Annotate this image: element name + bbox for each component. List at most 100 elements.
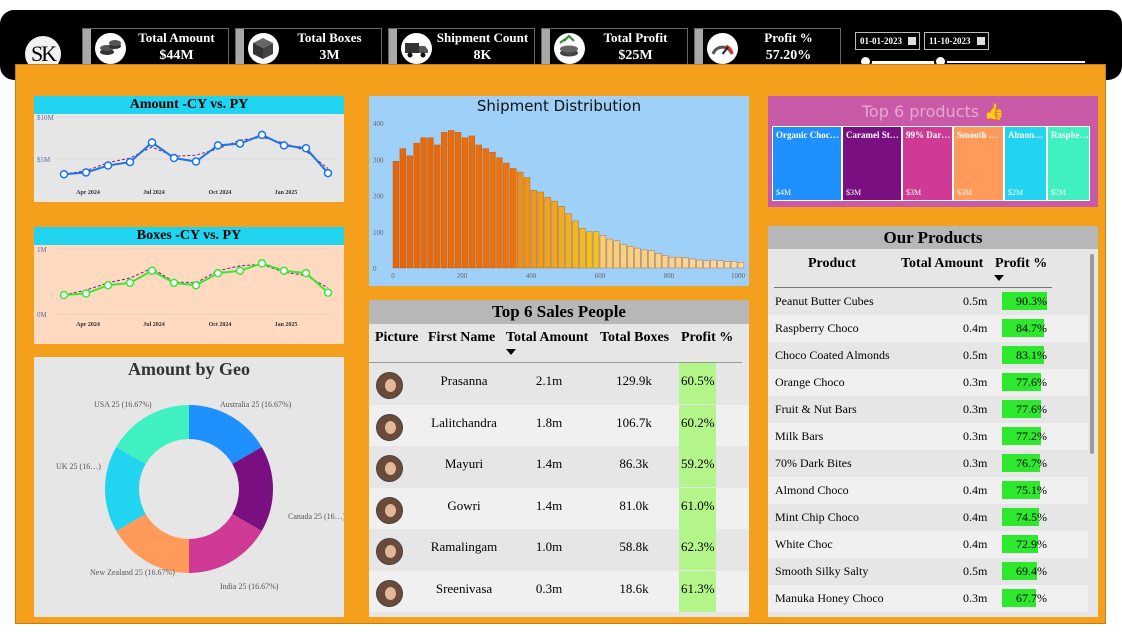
chart-title: Boxes -CY vs. PY <box>34 227 344 245</box>
column-header-first-name[interactable]: First Name <box>428 330 495 346</box>
table-row[interactable]: Mint Chip Choco 0.4m 74.5% <box>768 504 1088 531</box>
sort-descending-icon[interactable] <box>506 349 516 355</box>
profit-cell: 69.4% <box>1016 564 1047 578</box>
histogram-bar <box>399 148 406 269</box>
column-header-profit[interactable]: Profit % <box>681 330 733 346</box>
table-row[interactable]: Smooth Silky Salty 0.5m 69.4% <box>768 558 1088 585</box>
table-row[interactable]: Ramalingam 1.0m 58.8k 62.3% <box>369 529 749 570</box>
column-header-profit[interactable]: Profit % <box>995 256 1047 272</box>
sort-descending-icon[interactable] <box>994 275 1004 281</box>
avatar <box>376 455 403 482</box>
product-name-cell: Orange Choco <box>775 375 845 389</box>
y-tick-label: 100 <box>373 229 384 237</box>
y-tick-label: 400 <box>373 120 384 128</box>
end-date-input[interactable]: 11-10-2023 <box>924 32 989 50</box>
cy-data-point <box>235 139 245 148</box>
cy-data-point <box>323 288 333 297</box>
table-title: Our Products <box>768 226 1098 249</box>
table-row[interactable]: Orange Choco 0.3m 77.6% <box>768 369 1088 396</box>
table-row[interactable]: Choco Coated Almonds 0.5m 83.1% <box>768 342 1088 369</box>
treemap-tile[interactable]: Almon… $2M <box>1004 126 1047 201</box>
calendar-icon[interactable] <box>908 37 916 45</box>
table-row[interactable]: Almond Choco 0.4m 75.1% <box>768 477 1088 504</box>
histogram-bar <box>696 259 703 269</box>
column-header-total-amount[interactable]: Total Amount <box>901 256 983 272</box>
histogram-bar <box>489 151 496 269</box>
kpi-card-total-profit[interactable]: Total Profit $25M <box>541 28 688 67</box>
cy-data-point <box>147 138 157 147</box>
table-row[interactable]: Milk Bars 0.3m 77.2% <box>768 423 1088 450</box>
table-row[interactable]: Manuka Honey Choco 0.3m 67.7% <box>768 585 1088 612</box>
our-products-table: Our Products Product Total Amount Profit… <box>768 226 1098 617</box>
product-name-cell: Fruit & Nut Bars <box>775 402 857 416</box>
profit-cell: 77.6% <box>1016 375 1047 389</box>
table-row[interactable]: Peanut Butter Cubes 0.5m 90.3% <box>768 288 1088 315</box>
kpi-card-profit-percent[interactable]: Profit % 57.20% <box>694 28 841 67</box>
cy-data-point <box>103 281 113 290</box>
profit-bar: 61.0% <box>679 487 716 529</box>
top-products-treemap[interactable]: Top 6 products 👍 Organic Choc… $4M Caramel… <box>768 96 1098 207</box>
histogram-bar <box>592 231 600 269</box>
column-header-picture[interactable]: Picture <box>375 330 418 346</box>
amount-cy-vs-py-chart[interactable]: Amount -CY vs. PY $10M $5M Apr 2024 Jul 202… <box>34 96 344 202</box>
slice-label: UK 25 (16…) <box>56 462 101 471</box>
table-row[interactable]: White Choc 0.4m 72.9% <box>768 531 1088 558</box>
geo-donut-chart[interactable]: Australia 25 (16.67%) Canada 25 (16…) Indi… <box>34 357 344 617</box>
histogram-bar <box>510 168 517 269</box>
calendar-icon[interactable] <box>977 37 985 45</box>
table-row[interactable]: Sreenivasa 0.3m 18.6k 61.3% <box>369 570 749 612</box>
cy-data-point <box>103 161 113 170</box>
total-amount-cell: 0.3m <box>963 429 988 443</box>
histogram-bar <box>413 142 420 269</box>
slice-label: USA 25 (16.67%) <box>94 400 152 409</box>
product-name-cell: Mint Chip Choco <box>775 510 860 524</box>
histogram[interactable]: 0 100 200 300 400 0 200 400 600 800 1000 <box>369 96 749 286</box>
product-name-cell: Smooth Silky Salty <box>775 564 869 578</box>
x-tick-label: 800 <box>664 272 675 280</box>
y-tick-label: 0 <box>373 265 377 273</box>
table-row[interactable]: Mayuri 1.4m 86.3k 59.2% <box>369 446 749 487</box>
treemap-tile[interactable]: Organic Choc… $4M <box>772 126 842 201</box>
column-header-product[interactable]: Product <box>808 256 856 272</box>
table-row[interactable]: Lalitchandra 1.8m 106.7k 60.2% <box>369 404 749 446</box>
y-tick-label: 0M <box>37 311 48 319</box>
kpi-card-total-amount[interactable]: Total Amount $44M <box>82 28 229 67</box>
total-amount-cell: 0.3m <box>963 375 988 389</box>
table-row[interactable]: Prasanna 2.1m 129.9k 60.5% <box>369 363 749 404</box>
kpi-card-shipment-count[interactable]: Shipment Count 8K <box>388 28 535 67</box>
histogram-bar <box>572 220 579 269</box>
profit-bar: 60.2% <box>679 404 716 446</box>
table-row[interactable]: Gowri 1.4m 81.0k 61.0% <box>369 487 749 529</box>
kpi-card-total-boxes[interactable]: Total Boxes 3M <box>235 28 382 67</box>
tile-name: 99% Dar… <box>906 130 951 140</box>
table-row[interactable]: Raspberry Choco 0.4m 84.7% <box>768 315 1088 342</box>
histogram-bar <box>461 137 469 269</box>
table-row[interactable]: 70% Dark Bites 0.3m 76.7% <box>768 450 1088 477</box>
first-name-cell: Sreenivasa <box>435 580 493 596</box>
cy-data-point <box>147 266 157 275</box>
total-amount-cell: 0.3m <box>535 580 563 596</box>
amount-line-chart[interactable]: $10M $5M Apr 2024 Jul 2024 Oct 2024 Jan 2025 <box>34 114 344 202</box>
first-name-cell: Prasanna <box>440 373 488 388</box>
tile-name: Almon… <box>1008 130 1044 140</box>
treemap-tile[interactable]: 99% Dar… $3M <box>902 126 953 201</box>
histogram-bar <box>482 148 489 269</box>
boxes-cy-vs-py-chart[interactable]: Boxes -CY vs. PY 1M 0M Apr 2024 Jul 2024 Oct… <box>34 227 344 344</box>
table-row[interactable]: Fruit & Nut Bars 0.3m 77.6% <box>768 396 1088 423</box>
column-header-total-boxes[interactable]: Total Boxes <box>600 330 669 346</box>
treemap-tile[interactable]: Rasphe… $2M <box>1047 126 1090 201</box>
boxes-line-chart[interactable]: 1M 0M Apr 2024 Jul 2024 Oct 2024 Jan 2025 <box>34 245 344 344</box>
product-name-cell: Peanut Butter Cubes <box>775 294 874 308</box>
column-header-total-amount[interactable]: Total Amount <box>506 330 588 346</box>
start-date-input[interactable]: 01-01-2023 <box>855 32 920 50</box>
avatar-face <box>385 420 396 434</box>
vertical-scrollbar[interactable] <box>1090 254 1094 454</box>
treemap-tile[interactable]: Smooth … $3M <box>953 126 1004 201</box>
shipment-distribution-chart[interactable]: Shipment Distribution 0 100 200 300 400 0 200 4… <box>369 96 749 286</box>
total-amount-cell: 1.4m <box>535 497 563 513</box>
histogram-bar <box>655 253 662 269</box>
histogram-bar <box>523 177 531 269</box>
avatar-face <box>385 379 396 392</box>
treemap-tile[interactable]: Caramel St… $3M <box>842 126 902 201</box>
amount-by-geo-chart[interactable]: Amount by Geo Australia 25 (16.67%) Canad… <box>34 357 344 617</box>
